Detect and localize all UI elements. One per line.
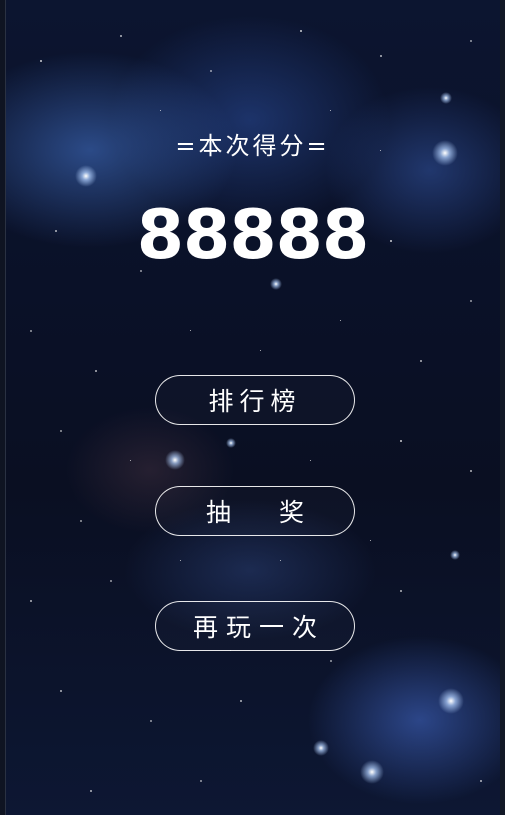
result-content: =本次得分= 88888 排行榜 抽 奖 再玩一次 [0, 0, 505, 815]
result-screen: =本次得分= 88888 排行榜 抽 奖 再玩一次 [0, 0, 505, 815]
draw-prize-button[interactable]: 抽 奖 [155, 486, 355, 536]
score-value: 88888 [136, 196, 370, 275]
play-again-button[interactable]: 再玩一次 [155, 601, 355, 651]
leaderboard-button[interactable]: 排行榜 [155, 375, 355, 425]
score-title: =本次得分= [175, 132, 330, 160]
